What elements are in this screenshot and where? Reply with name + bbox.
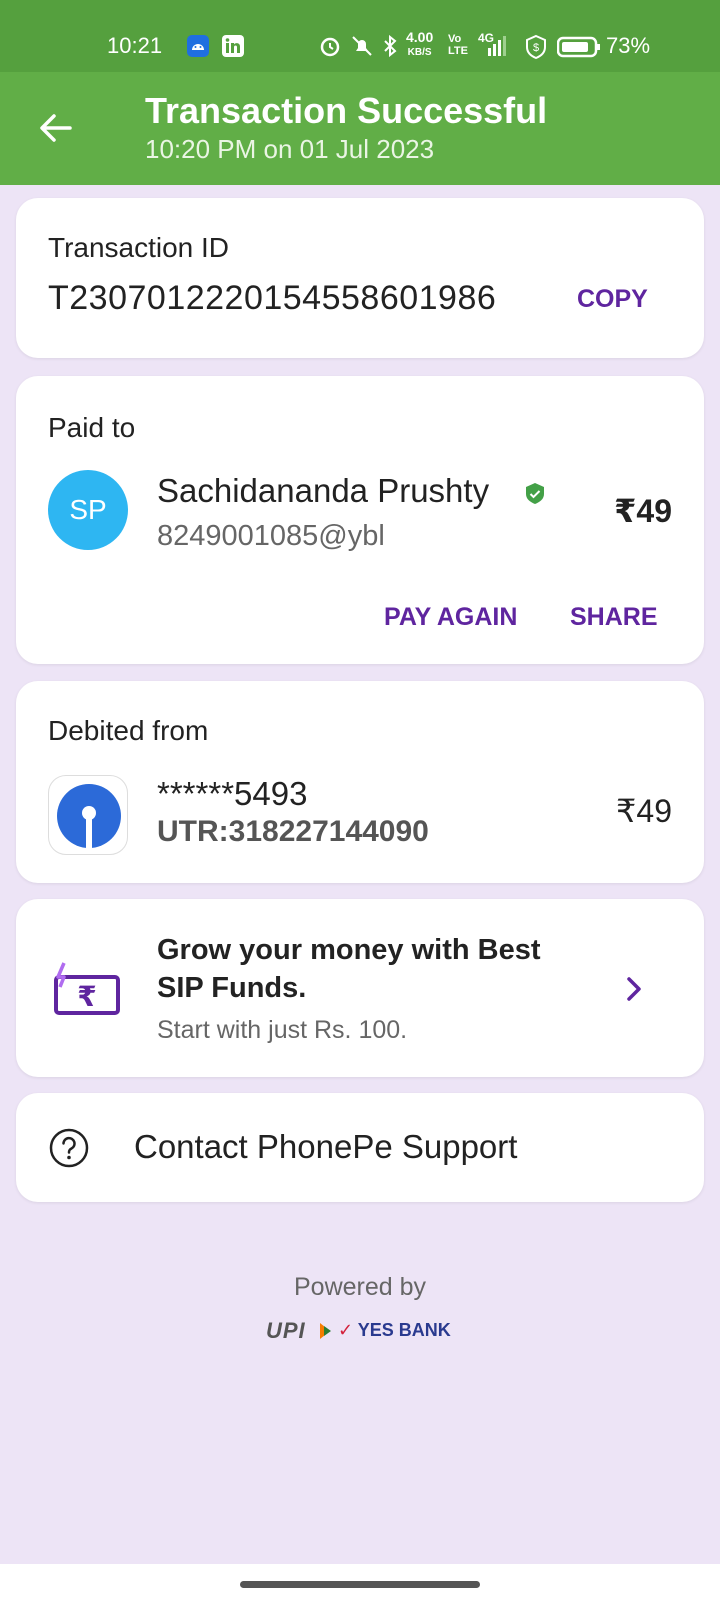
transaction-id-label: Transaction ID xyxy=(48,232,230,263)
rupee-card-icon: ₹ xyxy=(50,957,122,1024)
home-gesture-handle[interactable] xyxy=(240,1581,480,1588)
contact-support-link[interactable]: Contact PhonePe Support xyxy=(134,1128,517,1166)
upi-logo-text: UPI xyxy=(266,1318,306,1343)
upi-logo: UPI xyxy=(266,1318,306,1344)
promo-title-line1: Grow your money with Best xyxy=(157,934,541,966)
debited-from-label: Debited from xyxy=(48,715,209,746)
header-bar: Transaction Successful 10:20 PM on 01 Ju… xyxy=(0,72,720,185)
yes-bank-text: YES BANK xyxy=(357,1320,451,1340)
status-time: 10:21 xyxy=(107,33,163,58)
shield-icon: $ xyxy=(524,34,548,65)
mute-icon xyxy=(350,34,374,63)
battery-icon xyxy=(556,36,601,63)
sbi-logo-icon xyxy=(57,784,121,848)
promo-subtitle: Start with just Rs. 100. xyxy=(157,1016,408,1044)
lte-text: LTE xyxy=(448,45,468,57)
net-speed: 4.00 KB/S xyxy=(406,29,434,59)
share-button[interactable]: SHARE xyxy=(570,603,658,632)
utr-number: UTR:318227144090 xyxy=(157,815,429,848)
sip-promo-card[interactable]: ₹ Grow your money with Best SIP Funds. S… xyxy=(16,899,704,1077)
paid-amount: ₹49 xyxy=(614,493,672,529)
promo-title-line2: SIP Funds. xyxy=(157,972,307,1004)
check-mark-icon: ✓ xyxy=(338,1320,354,1340)
payee-upi-id: 8249001085@ybl xyxy=(157,520,385,552)
debited-from-card: Debited from ******5493 UTR:318227144090… xyxy=(16,681,704,883)
volte-badge: Vo LTE xyxy=(448,33,468,57)
partner-logos: UPI ✓ YES BANK xyxy=(266,1318,456,1350)
paid-to-card: Paid to SP Sachidananda Prushty 82490010… xyxy=(16,376,704,664)
upi-arrow-icon xyxy=(318,1321,334,1346)
pay-again-button[interactable]: PAY AGAIN xyxy=(384,603,517,632)
payee-avatar: SP xyxy=(48,470,128,550)
back-arrow-icon[interactable] xyxy=(36,108,76,148)
copy-button[interactable]: COPY xyxy=(577,285,648,314)
linkedin-icon xyxy=(221,34,245,63)
page-title: Transaction Successful xyxy=(145,90,548,131)
network-type: 4G xyxy=(478,31,495,45)
android-icon xyxy=(186,34,210,63)
paid-to-label: Paid to xyxy=(48,412,136,443)
battery-percentage: 73% xyxy=(606,33,651,58)
net-speed-value: 4.00 xyxy=(406,29,434,45)
net-speed-unit: KB/S xyxy=(407,47,432,58)
signal-icon: 4G xyxy=(474,31,508,63)
volte-text: Vo xyxy=(448,33,462,45)
powered-by-text: Powered by xyxy=(293,1273,427,1301)
alarm-icon xyxy=(318,34,342,63)
help-icon xyxy=(49,1128,89,1173)
svg-text:$: $ xyxy=(533,42,539,54)
bank-logo xyxy=(48,775,128,855)
verified-badge-icon xyxy=(524,482,546,511)
bluetooth-icon xyxy=(380,34,400,63)
transaction-id-card: Transaction ID T2307012220154558601986 C… xyxy=(16,198,704,358)
debited-amount: ₹49 xyxy=(616,793,672,829)
navigation-bar xyxy=(0,1564,720,1600)
payee-name: Sachidananda Prushty xyxy=(157,472,490,509)
transaction-id-value: T2307012220154558601986 xyxy=(48,279,497,317)
promo-title: Grow your money with Best SIP Funds. xyxy=(157,931,541,1007)
transaction-datetime: 10:20 PM on 01 Jul 2023 xyxy=(145,134,435,164)
chevron-right-icon[interactable] xyxy=(622,975,646,1008)
status-bar: 10:21 4.00 KB/S Vo LTE 4G $ 73% xyxy=(0,0,720,72)
account-number-masked: ******5493 xyxy=(157,775,308,812)
svg-text:₹: ₹ xyxy=(77,980,96,1013)
yes-bank-logo: ✓ YES BANK xyxy=(338,1320,451,1341)
support-card[interactable]: Contact PhonePe Support xyxy=(16,1093,704,1202)
